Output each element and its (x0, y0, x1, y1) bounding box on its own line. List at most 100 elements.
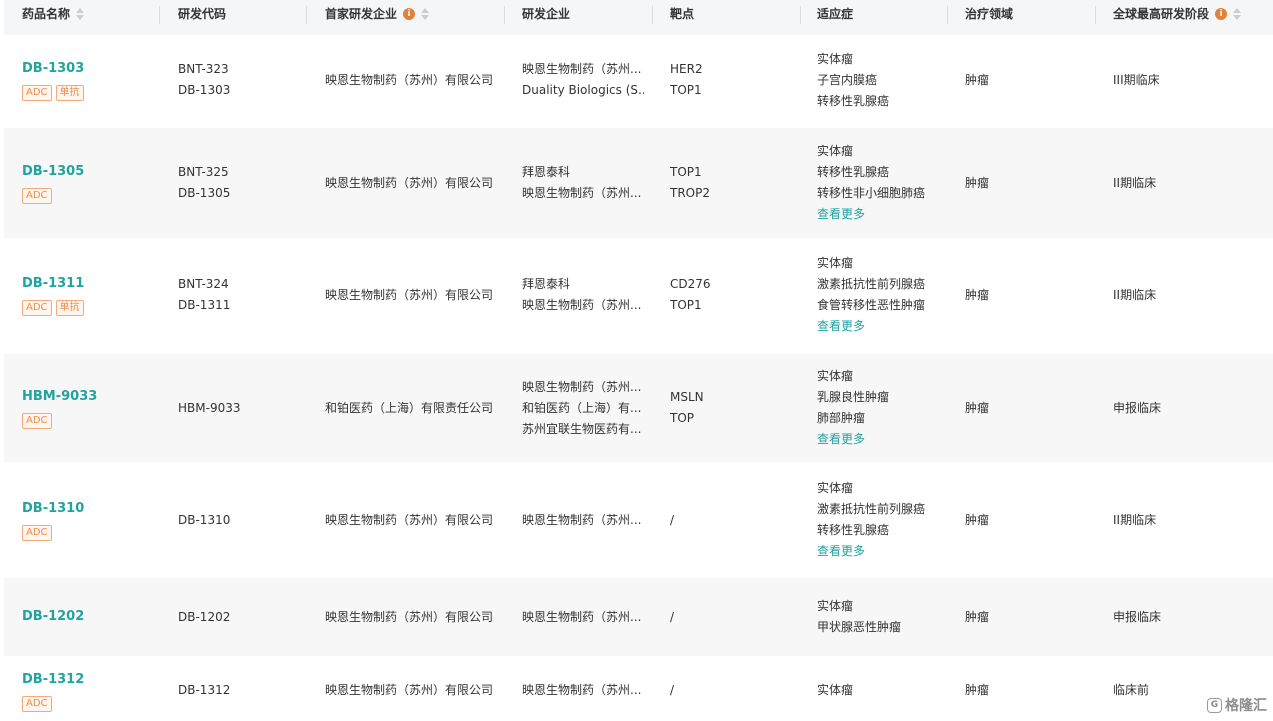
watermark: G 格隆汇 (1207, 695, 1267, 715)
company-name: Duality Biologics (S... (522, 83, 644, 97)
sort-descending-icon[interactable] (1233, 14, 1242, 20)
therapeutic-area-cell: 肿瘤 (965, 466, 1093, 574)
code-cell: DB-1202 (178, 578, 306, 656)
column-header-label: 靶点 (670, 7, 695, 21)
stage-cell: III期临床 (1113, 36, 1263, 124)
column-header-first_company[interactable]: 首家研发企业 i (325, 0, 430, 28)
indication-item: 激素抵抗性前列腺癌 (817, 277, 926, 291)
drug-name-link[interactable]: DB-1312 (22, 670, 152, 690)
table-row[interactable]: DB-1311 ADC 单抗 BNT-324 DB-1311 映恩生物制药（苏州）有限公司… (4, 240, 1273, 350)
sort-icon[interactable] (1233, 6, 1242, 22)
column-header-label: 首家研发企业 (325, 7, 398, 21)
indication-item: 转移性乳腺癌 (817, 165, 890, 179)
drug-name-link[interactable]: DB-1310 (22, 499, 152, 519)
first-company-name: 映恩生物制药（苏州）有限公司 (325, 609, 494, 624)
sort-descending-icon[interactable] (76, 14, 85, 20)
column-header-stage[interactable]: 全球最高研发阶段 i (1113, 0, 1242, 28)
drug-name-link[interactable]: DB-1311 (22, 274, 152, 294)
drug-tags: ADC 单抗 (22, 300, 152, 316)
drug-tags: ADC (22, 525, 152, 541)
indications-cell: 实体瘤 甲状腺恶性肿瘤 (817, 578, 947, 656)
indication-item: 转移性乳腺癌 (817, 93, 890, 108)
indications-cell: 实体瘤 转移性乳腺癌 转移性非小细胞肺癌 查看更多 (817, 128, 947, 238)
view-more-link[interactable]: 查看更多 (817, 316, 947, 337)
drug-type-badge: ADC (22, 188, 52, 204)
first-company-cell: 映恩生物制药（苏州）有限公司 (325, 128, 505, 238)
table-row[interactable]: DB-1303 ADC 单抗 BNT-323 DB-1303 映恩生物制药（苏州）有限公司… (4, 36, 1273, 124)
drug-type-badge: 单抗 (55, 300, 84, 316)
therapeutic-area: 肿瘤 (965, 287, 990, 302)
column-header-drug[interactable]: 药品名称 (22, 0, 85, 28)
stage-cell: II期临床 (1113, 466, 1263, 574)
indications-cell: 实体瘤 激素抵抗性前列腺癌 食管转移性恶性肿瘤 查看更多 (817, 240, 947, 350)
indication-item: 乳腺良性肿瘤 (817, 390, 890, 404)
drug-cell: HBM-9033 ADC (22, 354, 152, 462)
drug-cell: DB-1312 ADC (22, 660, 152, 721)
column-header-companies: 研发企业 (522, 0, 570, 28)
companies-cell: 映恩生物制药（苏州... (522, 660, 644, 721)
table-row[interactable]: DB-1310 ADC DB-1310 映恩生物制药（苏州）有限公司 映恩生物制药（苏州… (4, 466, 1273, 574)
column-header-label: 治疗领域 (965, 7, 1014, 21)
table-header: 药品名称 研发代码 首家研发企业 i 研发企业 靶点 适应症 治疗领域 全球最高研发阶段 i (4, 0, 1273, 35)
sort-descending-icon[interactable] (421, 14, 430, 20)
first-company-name: 映恩生物制药（苏州）有限公司 (325, 683, 494, 697)
research-code: BNT-323 (178, 62, 229, 76)
development-stage: 申报临床 (1113, 609, 1162, 624)
drug-name-link[interactable]: DB-1202 (22, 607, 152, 627)
companies-cell: 映恩生物制药（苏州... 和铂医药（上海）有... 苏州宜联生物医药有... (522, 354, 644, 462)
target-name: / (670, 683, 675, 697)
drug-tags: ADC (22, 413, 152, 429)
drug-cell: DB-1311 ADC 单抗 (22, 240, 152, 350)
company-name: 映恩生物制药（苏州... (522, 62, 642, 76)
drug-name-link[interactable]: HBM-9033 (22, 387, 152, 407)
sort-ascending-icon[interactable] (1233, 7, 1242, 13)
drug-name-link[interactable]: DB-1303 (22, 59, 152, 79)
indication-item: 实体瘤 (817, 256, 854, 270)
target-name: TOP1 (670, 83, 702, 97)
companies-cell: 映恩生物制药（苏州... (522, 578, 644, 656)
therapeutic-area-cell: 肿瘤 (965, 578, 1093, 656)
indication-item: 实体瘤 (817, 683, 854, 697)
target-name: TOP1 (670, 165, 702, 179)
table-row[interactable]: HBM-9033 ADC HBM-9033 和铂医药（上海）有限责任公司 映恩生物制药（… (4, 354, 1273, 462)
therapeutic-area: 肿瘤 (965, 175, 990, 190)
company-name: 映恩生物制药（苏州... (522, 379, 642, 394)
therapeutic-area: 肿瘤 (965, 683, 990, 697)
column-divider (306, 6, 307, 24)
column-header-indications: 适应症 (817, 0, 853, 28)
sort-ascending-icon[interactable] (76, 7, 85, 13)
drug-type-badge: ADC (22, 300, 52, 316)
watermark-text: 格隆汇 (1225, 698, 1267, 714)
targets-cell: / (670, 466, 798, 574)
info-icon[interactable]: i (403, 7, 416, 20)
sort-icon[interactable] (76, 6, 85, 22)
drug-type-badge: ADC (22, 85, 52, 101)
table-row[interactable]: DB-1305 ADC BNT-325 DB-1305 映恩生物制药（苏州）有限公司 拜恩… (4, 128, 1273, 238)
indications-cell: 实体瘤 乳腺良性肿瘤 肺部肿瘤 查看更多 (817, 354, 947, 462)
drug-tags: ADC 单抗 (22, 85, 152, 101)
company-name: 映恩生物制药（苏州... (522, 609, 642, 624)
target-name: TROP2 (670, 186, 710, 200)
view-more-link[interactable]: 查看更多 (817, 541, 947, 562)
drug-cell: DB-1303 ADC 单抗 (22, 36, 152, 124)
therapeutic-area: 肿瘤 (965, 512, 990, 527)
development-stage: II期临床 (1113, 175, 1157, 190)
targets-cell: HER2 TOP1 (670, 36, 798, 124)
company-name: 映恩生物制药（苏州... (522, 298, 642, 312)
development-stage: III期临床 (1113, 72, 1160, 87)
drug-name-link[interactable]: DB-1305 (22, 162, 152, 182)
sort-icon[interactable] (421, 6, 430, 22)
info-icon[interactable]: i (1215, 7, 1228, 20)
indication-item: 激素抵抗性前列腺癌 (817, 502, 926, 516)
code-cell: BNT-325 DB-1305 (178, 128, 306, 238)
development-stage: II期临床 (1113, 512, 1157, 527)
table-row[interactable]: DB-1312 ADC DB-1312 映恩生物制药（苏州）有限公司 映恩生物制药（苏州… (4, 660, 1273, 721)
view-more-link[interactable]: 查看更多 (817, 429, 947, 450)
companies-cell: 映恩生物制药（苏州... (522, 466, 644, 574)
therapeutic-area-cell: 肿瘤 (965, 128, 1093, 238)
first-company-name: 映恩生物制药（苏州）有限公司 (325, 512, 494, 527)
sort-ascending-icon[interactable] (421, 7, 430, 13)
view-more-link[interactable]: 查看更多 (817, 204, 947, 225)
code-cell: BNT-323 DB-1303 (178, 36, 306, 124)
table-row[interactable]: DB-1202 DB-1202 映恩生物制药（苏州）有限公司 映恩生物制药（苏州...… (4, 578, 1273, 656)
